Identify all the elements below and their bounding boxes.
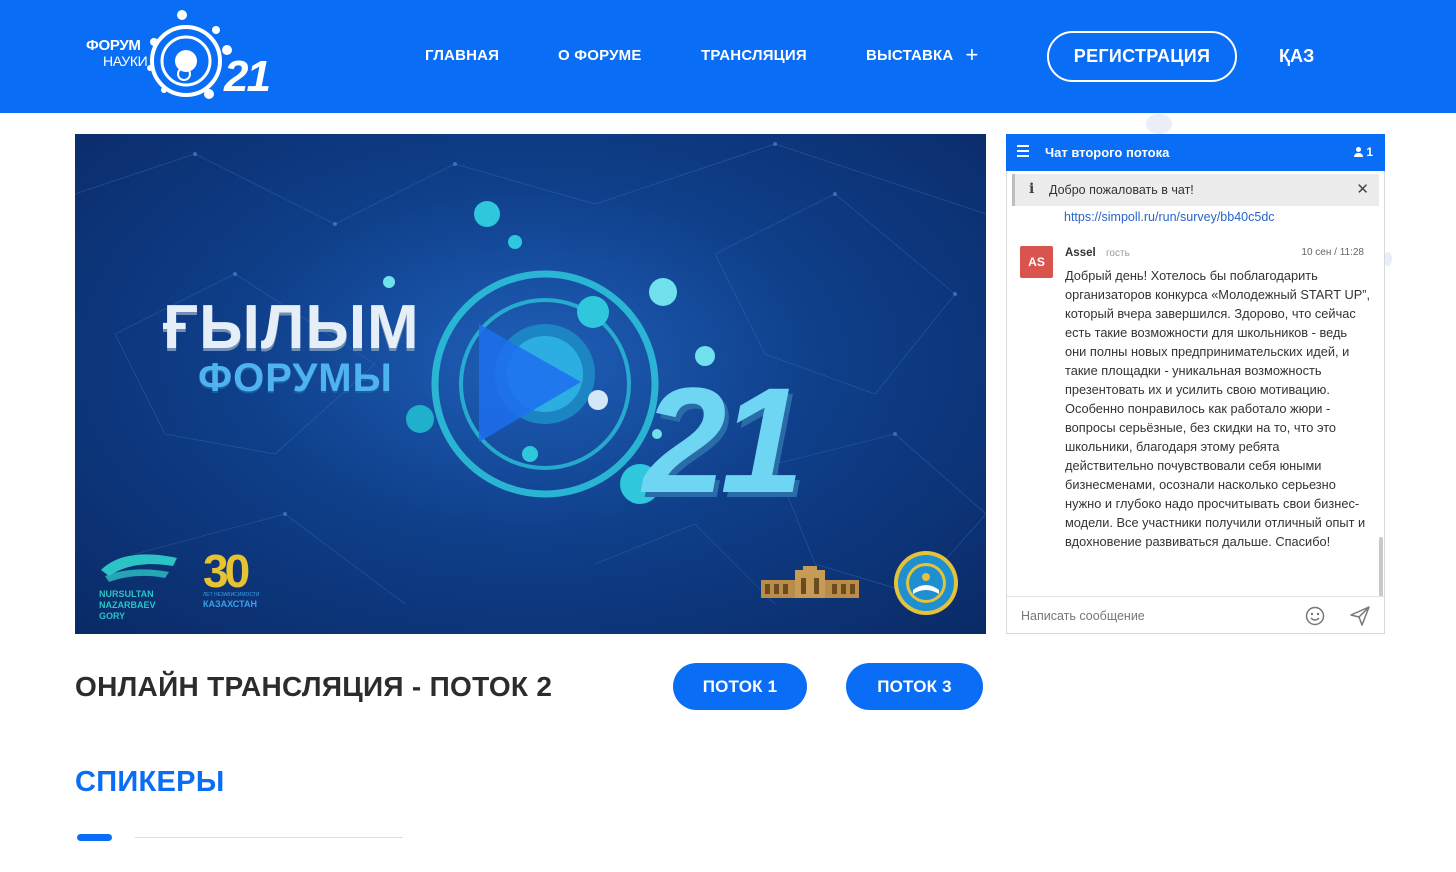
message-time: 10 сен / 11:28	[1301, 247, 1364, 258]
plus-icon[interactable]: +	[965, 44, 978, 66]
nav-item-exhibition[interactable]: ВЫСТАВКА +	[866, 44, 979, 66]
wave-logo-icon	[101, 554, 177, 582]
chat-users-count[interactable]: 1	[1354, 145, 1373, 159]
decor-dot	[1146, 114, 1172, 134]
message-link[interactable]: https://simpoll.ru/run/survey/bb40c5dc	[1064, 210, 1275, 224]
chat-users-value: 1	[1366, 145, 1373, 159]
stream-3-button[interactable]: ПОТОК 3	[846, 663, 983, 710]
partner2-country: КАЗАХСТАН	[203, 599, 257, 609]
page-title: ОНЛАЙН ТРАНСЛЯЦИЯ - ПОТОК 2	[75, 671, 553, 702]
chat-scrollbar[interactable]	[1379, 537, 1383, 597]
site-logo[interactable]: ФОРУМ НАУКИ 21	[84, 6, 284, 106]
speakers-divider	[135, 837, 403, 838]
partner2-number: 30	[203, 545, 250, 597]
chat-panel: Чат второго потока 1 i Добро пожаловать …	[1006, 134, 1385, 634]
chat-input-bar	[1007, 596, 1384, 634]
partner2-small: ЛЕТ НЕЗАВИСИМОСТИ	[203, 592, 260, 598]
message-input[interactable]	[1007, 597, 1287, 634]
chat-welcome-notice: i Добро пожаловать в чат! ✕	[1012, 174, 1379, 206]
close-icon[interactable]: ✕	[1356, 180, 1369, 198]
partner1-line3: GORY	[99, 611, 126, 621]
send-icon[interactable]	[1350, 606, 1370, 626]
chat-header: Чат второго потока 1	[1006, 134, 1385, 171]
nav-item-exhibition-label: ВЫСТАВКА	[866, 47, 954, 64]
nav-item-home[interactable]: ГЛАВНАЯ	[425, 47, 499, 64]
speakers-underline-accent	[77, 834, 112, 841]
chat-messages[interactable]: https://simpoll.ru/run/survey/bb40c5dc A…	[1007, 206, 1384, 598]
menu-icon[interactable]	[1017, 145, 1029, 158]
info-icon: i	[1029, 181, 1035, 197]
video-title-line1: ҒЫЛЫМ	[163, 293, 420, 362]
decor-dot	[1384, 252, 1392, 266]
speakers-heading: СПИКЕРЫ	[75, 766, 225, 798]
ministry-emblem-icon	[894, 551, 958, 615]
message-role: гость	[1106, 248, 1130, 259]
notice-text: Добро пожаловать в чат!	[1049, 183, 1194, 197]
avatar: AS	[1020, 246, 1053, 278]
video-title-line2: ФОРУМЫ	[198, 356, 393, 400]
message-text: Добрый день! Хотелось бы поблагодарить о…	[1065, 268, 1371, 549]
logo-word-2: НАУКИ	[103, 53, 148, 69]
partner-logo-nursultan: NURSULTAN NAZARBAEV GORY	[99, 552, 185, 622]
video-player[interactable]: ҒЫЛЫМ ФОРУМЫ 21 NURSULTAN NAZARBAEV GORY…	[75, 134, 986, 634]
emoji-icon[interactable]	[1305, 606, 1325, 626]
play-icon[interactable]	[475, 324, 585, 444]
register-button[interactable]: РЕГИСТРАЦИЯ	[1047, 31, 1237, 82]
video-number: 21	[643, 356, 804, 524]
partner-logo-30-years: 30 ЛЕТ НЕЗАВИСИМОСТИ КАЗАХСТАН	[203, 545, 260, 609]
partner1-line1: NURSULTAN	[99, 589, 154, 599]
language-switch[interactable]: ҚАЗ	[1279, 46, 1314, 67]
nav-item-broadcast[interactable]: ТРАНСЛЯЦИЯ	[701, 47, 807, 64]
user-icon	[1354, 147, 1364, 157]
logo-word-1: ФОРУМ	[86, 37, 141, 54]
stream-1-button[interactable]: ПОТОК 1	[673, 663, 807, 710]
site-header: ФОРУМ НАУКИ 21 ГЛАВНАЯ О ФОРУМЕ ТРАНСЛЯЦ…	[0, 0, 1456, 113]
message-author: Assel	[1065, 247, 1096, 259]
building-icon	[761, 566, 859, 598]
partner1-line2: NAZARBAEV	[99, 600, 156, 610]
nav-item-about[interactable]: О ФОРУМЕ	[558, 47, 642, 64]
logo-number: 21	[224, 52, 271, 101]
chat-title: Чат второго потока	[1045, 145, 1170, 160]
